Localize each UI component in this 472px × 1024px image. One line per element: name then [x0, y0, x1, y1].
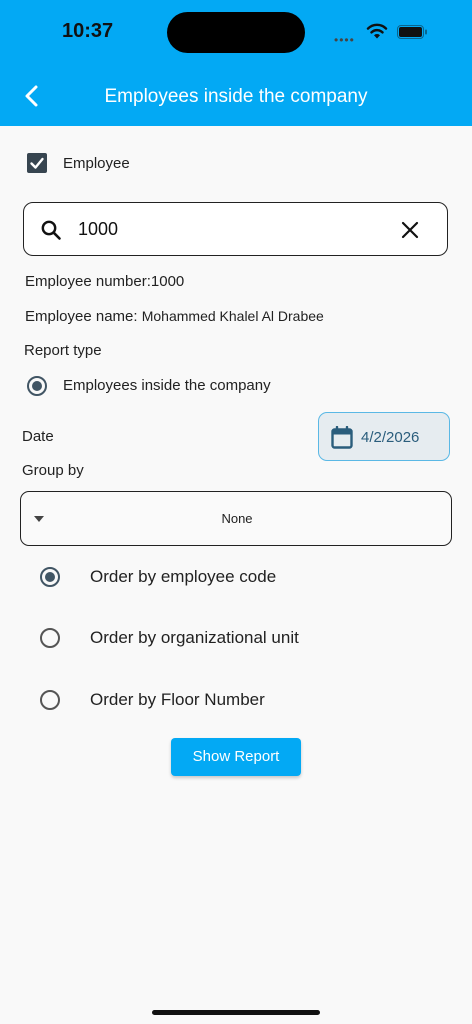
order-option-employee-code: Order by employee code — [90, 567, 277, 586]
date-value: 4/2/2026 — [361, 429, 420, 446]
group-by-label: Group by — [22, 462, 84, 479]
show-report-button[interactable]: Show Report — [171, 738, 301, 776]
report-type-radio-employees-inside[interactable] — [27, 376, 47, 396]
search-input[interactable]: 1000 — [78, 219, 118, 240]
date-picker-button[interactable]: 4/2/2026 — [318, 412, 450, 461]
order-option-floor-number: Order by Floor Number — [90, 690, 265, 709]
page-title: Employees inside the company — [104, 86, 368, 107]
dynamic-island — [167, 12, 305, 53]
status-time: 10:37 — [62, 20, 114, 42]
group-by-selected-value: None — [221, 511, 253, 526]
employee-name-label: Employee name: — [25, 308, 142, 325]
calendar-icon — [331, 426, 353, 449]
search-icon — [41, 220, 61, 240]
order-radio-employee-code[interactable] — [40, 567, 60, 587]
close-icon[interactable] — [401, 221, 419, 239]
report-type-label: Report type — [24, 342, 102, 359]
employee-checkbox-label: Employee — [63, 155, 130, 172]
employee-name-value: Mohammed Khalel Al Drabee — [141, 308, 324, 324]
order-option-organizational-unit: Order by organizational unit — [90, 628, 299, 647]
order-radio-floor-number[interactable] — [40, 690, 60, 710]
group-by-dropdown[interactable]: None — [20, 491, 452, 546]
app-bar: 10:37 •••• Employees inside the company — [0, 0, 472, 126]
checkmark-icon — [30, 157, 44, 169]
battery-icon — [397, 25, 427, 39]
employee-name: Employee name: Mohammed Khalel Al Drabee — [25, 308, 324, 325]
employee-number-value: 1000 — [150, 273, 185, 290]
date-label: Date — [22, 428, 54, 445]
signal-dots-icon: •••• — [334, 33, 355, 47]
order-radio-organizational-unit[interactable] — [40, 628, 60, 648]
employee-checkbox[interactable] — [27, 153, 47, 173]
employee-search-field[interactable]: 1000 — [23, 202, 448, 256]
employee-number-label: Employee number: — [25, 273, 151, 290]
employee-number: Employee number:1000 — [25, 273, 184, 290]
home-indicator[interactable] — [152, 1010, 320, 1015]
wifi-icon — [366, 23, 388, 39]
report-type-option-label: Employees inside the company — [63, 377, 271, 394]
